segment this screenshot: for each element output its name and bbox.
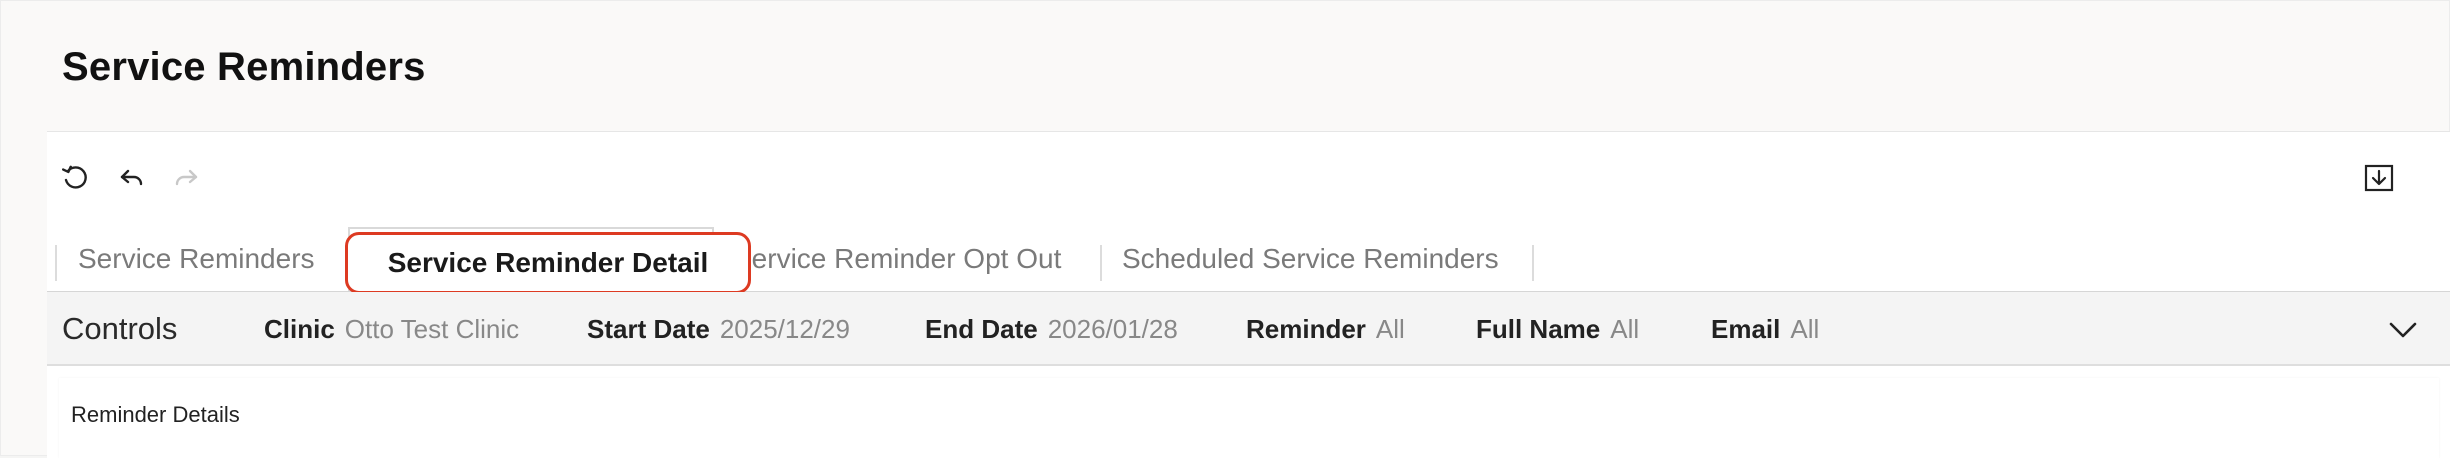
filter-value: All [1375, 313, 1405, 344]
filter-key: Email [1711, 313, 1781, 344]
filter-value: Otto Test Clinic [344, 313, 520, 344]
filter-start-date[interactable]: Start Date 2025/12/29 [587, 292, 850, 366]
filter-clinic[interactable]: Clinic Otto Test Clinic [264, 292, 519, 366]
chevron-down-icon[interactable] [2385, 312, 2421, 348]
filter-key: End Date [925, 313, 1038, 344]
page-title: Service Reminders [62, 45, 426, 89]
filter-value: All [1610, 313, 1640, 344]
tab-divider [55, 245, 57, 281]
tab-service-reminders[interactable]: Service Reminders [78, 227, 315, 291]
filter-email[interactable]: Email All [1711, 292, 1819, 366]
tab-divider [1532, 245, 1534, 281]
dashboard-panel: Service Reminders Service Reminder Opt O… [47, 131, 2450, 458]
filter-key: Start Date [587, 313, 710, 344]
filter-key: Full Name [1476, 313, 1601, 344]
tab-service-reminder-detail[interactable]: Service Reminder Detail [345, 232, 751, 294]
filter-value: 2026/01/28 [1047, 313, 1178, 344]
filter-key: Clinic [264, 313, 335, 344]
filter-end-date[interactable]: End Date 2026/01/28 [925, 292, 1178, 366]
reminder-details-card: Reminder Details [59, 378, 2439, 458]
filter-value: All [1790, 313, 1820, 344]
page: Service Reminders Service Reminders Serv… [0, 0, 2450, 458]
controls-label: Controls [62, 311, 178, 346]
filter-full-name[interactable]: Full Name All [1476, 292, 1639, 366]
reminder-details-title: Reminder Details [71, 402, 240, 427]
filter-value: 2025/12/29 [719, 313, 850, 344]
tab-service-reminder-opt-out[interactable]: Service Reminder Opt Out [733, 227, 1061, 291]
filter-reminder[interactable]: Reminder All [1246, 292, 1405, 366]
redo-icon[interactable] [169, 160, 205, 196]
tab-divider [1100, 245, 1102, 281]
undo-icon[interactable] [113, 160, 149, 196]
refresh-icon[interactable] [57, 160, 93, 196]
download-icon[interactable] [2361, 160, 2397, 196]
filter-key: Reminder [1246, 313, 1366, 344]
controls-bar[interactable]: Controls Clinic Otto Test Clinic Start D… [47, 292, 2450, 366]
tab-scheduled-service-reminders[interactable]: Scheduled Service Reminders [1122, 227, 1499, 291]
